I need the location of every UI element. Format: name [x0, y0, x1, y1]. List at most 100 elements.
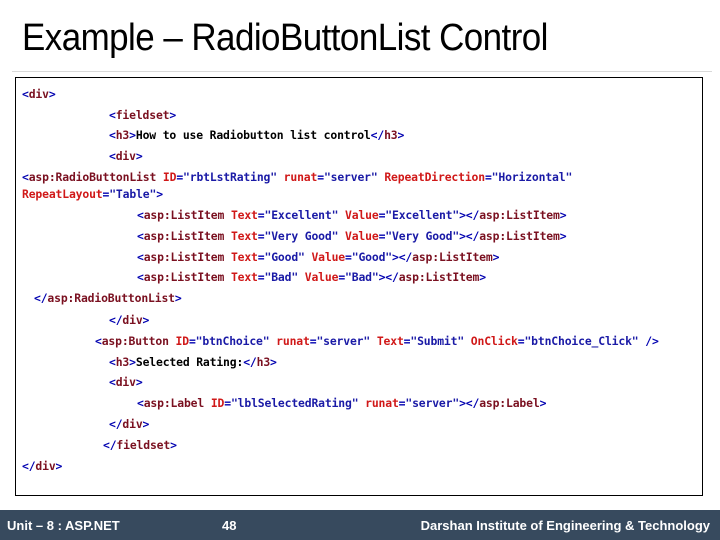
code-token-bracket: < — [109, 355, 116, 369]
code-token-bracket: > — [48, 87, 56, 101]
code-token-bracket: > — [135, 375, 143, 389]
code-token-bracket: > — [129, 355, 136, 369]
code-line: <h3>Selected Rating:</h3> — [109, 355, 277, 369]
code-token-attr: OnClick — [470, 334, 518, 348]
code-token-value: "server" — [316, 334, 371, 348]
code-token-punct: = — [345, 250, 352, 264]
code-token-bracket: > — [559, 208, 567, 222]
code-token-bracket: < — [137, 229, 144, 243]
code-line: <asp:Button ID="btnChoice" runat="server… — [95, 334, 659, 348]
code-token-bracket: </ — [109, 417, 123, 431]
code-token-value: "server" — [405, 396, 460, 410]
code-token-attr: ID — [210, 396, 225, 410]
code-line: <div> — [22, 87, 56, 101]
code-line: </div> — [22, 459, 62, 473]
code-token-punct: = — [188, 334, 196, 348]
code-token-value: "Bad" — [345, 270, 379, 284]
code-token-attr: Text — [230, 270, 258, 284]
code-token-punct: = — [484, 170, 492, 184]
code-token-bracket: < — [137, 208, 144, 222]
code-token-bracket: </ — [103, 438, 117, 452]
code-token-punct: = — [257, 250, 265, 264]
code-token-bracket: < — [95, 334, 102, 348]
code-token-value: "Submit" — [410, 334, 465, 348]
code-token-tag: div — [115, 149, 136, 163]
title-divider — [12, 71, 712, 72]
code-token-bracket: > — [492, 250, 500, 264]
code-line: <asp:ListItem Text="Bad" Value="Bad"></a… — [137, 270, 486, 284]
code-token-bracket: > — [135, 149, 143, 163]
code-token-attr: Value — [345, 229, 379, 243]
code-token-tag: div — [122, 313, 143, 327]
code-token-bracket: ></ — [378, 270, 399, 284]
code-token-attr: RepeatDirection — [384, 170, 485, 184]
code-token-tag: asp:ListItem — [479, 229, 560, 243]
code-token-value: "Horizontal" — [491, 170, 573, 184]
code-token-punct: = — [257, 270, 265, 284]
code-token-tag: div — [115, 375, 136, 389]
slide-title: Example – RadioButtonList Control — [22, 17, 548, 59]
code-token-value: "Very Good" — [385, 229, 460, 243]
code-token-attr: Text — [376, 334, 404, 348]
code-token-attr: ID — [162, 170, 177, 184]
code-token-value: "Excellent" — [264, 208, 339, 222]
code-line: <asp:ListItem Text="Good" Value="Good"><… — [137, 250, 499, 264]
code-token-tag: h3 — [256, 355, 271, 369]
code-token-bracket: </ — [370, 128, 385, 142]
code-token-attr: Text — [230, 250, 258, 264]
code-token-bracket: < — [109, 375, 116, 389]
code-token-bracket: </ — [34, 291, 48, 305]
code-token-bracket: > — [539, 396, 547, 410]
code-token-bracket: < — [22, 87, 29, 101]
code-line: </fieldset> — [103, 438, 177, 452]
code-line: <div> — [109, 149, 143, 163]
code-token-value: "btnChoice" — [195, 334, 270, 348]
code-token-bracket: > — [55, 459, 63, 473]
code-token-bracket: > — [129, 128, 136, 142]
code-line: RepeatLayout="Table"> — [22, 187, 163, 201]
code-token-bracket: < — [22, 170, 29, 184]
code-token-value: "btnChoice_Click" — [524, 334, 639, 348]
code-token-attr: Text — [230, 208, 258, 222]
code-token-bracket: < — [109, 149, 116, 163]
code-token-attr: Text — [230, 229, 258, 243]
code-token-text: How to use Radiobutton list control — [135, 128, 371, 142]
code-line: </div> — [109, 417, 149, 431]
code-token-bracket: ></ — [459, 208, 480, 222]
code-token-attr: runat — [276, 334, 310, 348]
code-token-punct: = — [224, 396, 231, 410]
code-token-value: "Very Good" — [264, 229, 339, 243]
code-token-bracket: > — [479, 270, 486, 284]
code-token-bracket: </ — [22, 459, 36, 473]
code-line: <asp:Label ID="lblSelectedRating" runat=… — [137, 396, 546, 410]
code-token-bracket: > — [174, 291, 182, 305]
code-token-bracket: > — [270, 355, 277, 369]
code-token-value: "Table" — [109, 187, 157, 201]
footer-unit-label: Unit – 8 : ASP.NET — [7, 518, 120, 533]
code-token-attr: runat — [365, 396, 399, 410]
code-token-tag: asp:RadioButtonList — [47, 291, 175, 305]
code-token-value: "Good" — [351, 250, 392, 264]
code-line: </asp:RadioButtonList> — [34, 291, 182, 305]
code-token-bracket: ></ — [459, 396, 480, 410]
code-token-text: Selected Rating: — [135, 355, 244, 369]
code-token-attr: ID — [175, 334, 190, 348]
code-token-attr: Value — [345, 208, 379, 222]
code-token-tag: asp:ListItem — [143, 208, 225, 222]
code-token-bracket: > — [397, 128, 405, 142]
code-token-tag: asp:Label — [479, 396, 540, 410]
code-token-bracket: > — [156, 187, 163, 201]
footer-page-number: 48 — [222, 518, 237, 533]
code-line: <div> — [109, 375, 143, 389]
code-token-value: "server" — [323, 170, 378, 184]
code-token-punct: = — [317, 170, 324, 184]
code-line: </div> — [109, 313, 149, 327]
code-token-bracket: </ — [243, 355, 257, 369]
